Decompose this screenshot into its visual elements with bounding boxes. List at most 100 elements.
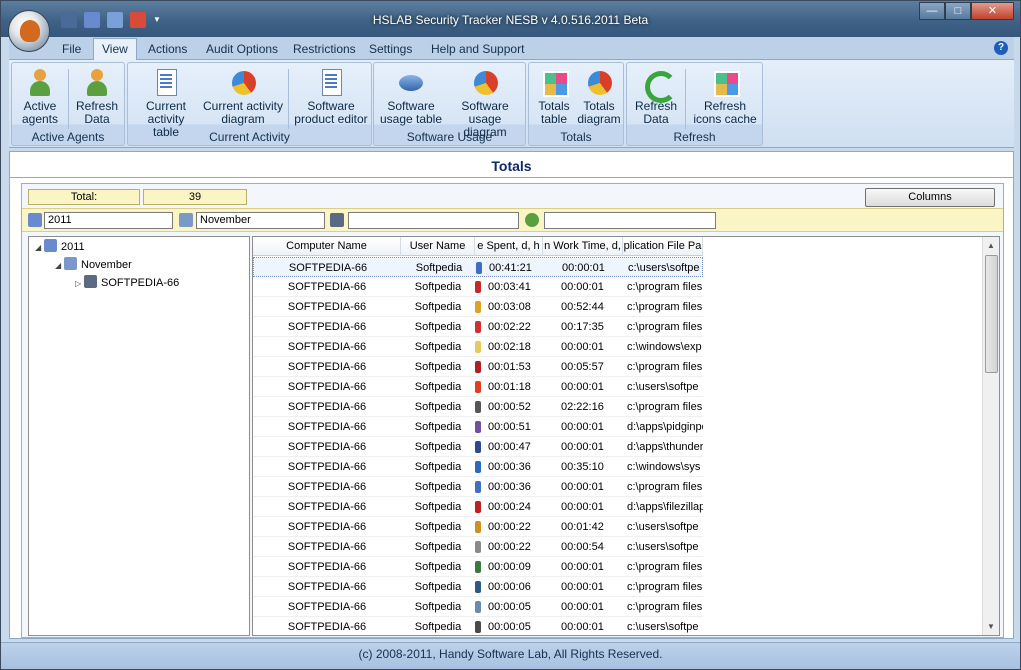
collapse-icon[interactable]: ◢: [35, 240, 44, 256]
table-row[interactable]: SOFTPEDIA-66 Softpedia 00:01:18 00:00:01 c:\…: [253, 377, 703, 397]
scrollbar-thumb[interactable]: [985, 255, 998, 373]
refresh-data-icon: [641, 67, 677, 103]
year-icon: [44, 239, 57, 252]
close-icon[interactable]: ✕: [971, 2, 1014, 20]
year-filter-field[interactable]: 2011: [44, 212, 173, 229]
year-filter-icon: [28, 213, 42, 227]
column-header-application-path[interactable]: plication File Pa: [623, 237, 703, 256]
cell-work-time: 00:01:42: [561, 521, 604, 533]
ribbon-separator: [68, 69, 69, 129]
tab-help-and-support[interactable]: Help and Support: [423, 40, 532, 60]
app-icon: [475, 601, 481, 613]
app-icon: [475, 581, 481, 593]
table-row[interactable]: SOFTPEDIA-66 Softpedia 00:00:36 00:00:01 c:\…: [253, 477, 703, 497]
product-editor-icon: [316, 67, 346, 97]
column-header-computer-name[interactable]: Computer Name: [253, 237, 401, 256]
user-filter-field[interactable]: [544, 212, 716, 229]
table-row[interactable]: SOFTPEDIA-66 Softpedia 00:00:52 02:22:16 c:\…: [253, 397, 703, 417]
totals-table-button[interactable]: Totals table: [532, 65, 576, 129]
usage-diagram-icon: [470, 67, 500, 97]
table-row[interactable]: SOFTPEDIA-66 Softpedia 00:02:22 00:17:35 c:\…: [253, 317, 703, 337]
table-row[interactable]: SOFTPEDIA-66 Softpedia 00:00:24 00:00:01 d:\…: [253, 497, 703, 517]
scroll-down-icon[interactable]: ▼: [983, 618, 999, 635]
table-row[interactable]: SOFTPEDIA-66 Softpedia 00:00:09 00:00:01 c:\…: [253, 557, 703, 577]
computer-icon: [84, 275, 97, 288]
tree-node-month[interactable]: ◢ November: [55, 257, 132, 273]
table-row[interactable]: SOFTPEDIA-66 Softpedia 00:02:18 00:00:01 c:\…: [253, 337, 703, 357]
cell-application-path: c:\users\softpe: [627, 541, 699, 553]
tab-restrictions[interactable]: Restrictions: [285, 40, 364, 60]
tab-settings[interactable]: Settings: [361, 40, 420, 60]
cell-user-name: Softpedia: [414, 601, 462, 613]
cell-work-time: 02:22:16: [561, 401, 604, 413]
cell-application-path: c:\windows\sys: [627, 461, 701, 473]
ribbon-separator: [685, 69, 686, 129]
software-usage-diagram-button[interactable]: Software usage diagram: [446, 65, 524, 139]
group-totals: Totals table Totals diagram Totals: [528, 62, 624, 146]
computer-filter-field[interactable]: [348, 212, 519, 229]
cell-user-name: Softpedia: [414, 281, 462, 293]
group-active-agents: Active agents Refresh Data Active Agents: [11, 62, 125, 146]
cell-user-name: Softpedia: [414, 321, 462, 333]
maximize-icon[interactable]: □: [945, 2, 971, 20]
column-header-work-time[interactable]: n Work Time, d,: [543, 237, 623, 256]
table-row[interactable]: SOFTPEDIA-66 Softpedia 00:03:41 00:00:01 c:\…: [253, 277, 703, 297]
table-row[interactable]: SOFTPEDIA-66 Softpedia 00:01:53 00:05:57 c:\…: [253, 357, 703, 377]
help-icon[interactable]: ?: [994, 41, 1008, 55]
table-scrollbar[interactable]: ▲ ▼: [982, 237, 999, 635]
columns-button[interactable]: Columns: [865, 188, 995, 207]
group-label: Refresh: [673, 130, 716, 144]
refresh-agents-button[interactable]: Refresh Data: [72, 65, 122, 129]
table-row[interactable]: SOFTPEDIA-66 Softpedia 00:00:51 00:00:01 d:\…: [253, 417, 703, 437]
cell-work-time: 00:00:01: [561, 581, 604, 593]
scroll-up-icon[interactable]: ▲: [983, 237, 999, 254]
current-activity-table-button[interactable]: Current activity table: [133, 65, 199, 139]
totals-summary-bar: Total: 39 Columns: [22, 184, 1003, 208]
icons-cache-icon: [710, 67, 740, 97]
totals-diagram-icon: [584, 67, 614, 97]
table-row[interactable]: SOFTPEDIA-66 Softpedia 00:00:05 00:00:01 c:\…: [253, 617, 703, 635]
column-header-time-spent[interactable]: e Spent, d, h: [475, 237, 543, 256]
software-product-editor-button[interactable]: Software product editor: [293, 65, 369, 129]
software-usage-table-button[interactable]: Software usage table: [378, 65, 444, 129]
table-row[interactable]: SOFTPEDIA-66 Softpedia 00:41:21 00:00:01 c:\…: [253, 257, 703, 277]
app-menu-button[interactable]: [8, 10, 50, 52]
table-row[interactable]: SOFTPEDIA-66 Softpedia 00:00:47 00:00:01 d:\…: [253, 437, 703, 457]
table-row[interactable]: SOFTPEDIA-66 Softpedia 00:00:22 00:00:54 c:\…: [253, 537, 703, 557]
tab-file[interactable]: File: [54, 40, 89, 60]
table-row[interactable]: SOFTPEDIA-66 Softpedia 00:00:05 00:00:01 c:\…: [253, 597, 703, 617]
totals-table-icon: [539, 67, 569, 97]
tab-actions[interactable]: Actions: [140, 40, 195, 60]
cell-computer-name: SOFTPEDIA-66: [288, 262, 368, 274]
status-bar: (c) 2008-2011, Handy Software Lab, All R…: [1, 642, 1020, 669]
tab-view[interactable]: View: [93, 38, 137, 61]
expand-icon[interactable]: ▷: [75, 276, 84, 292]
cell-computer-name: SOFTPEDIA-66: [287, 281, 367, 293]
tab-audit-options[interactable]: Audit Options: [198, 40, 286, 60]
totals-diagram-button[interactable]: Totals diagram: [577, 65, 621, 129]
totals-view: Totals Total: 39 Columns 2011 November ◢…: [9, 151, 1014, 639]
cell-computer-name: SOFTPEDIA-66: [287, 421, 367, 433]
tree-node-computer[interactable]: ▷ SOFTPEDIA-66: [75, 275, 179, 291]
app-icon: [475, 501, 481, 513]
table-row[interactable]: SOFTPEDIA-66 Softpedia 00:00:06 00:00:01 c:\…: [253, 577, 703, 597]
cell-application-path: c:\users\softpe: [627, 381, 699, 393]
refresh-icons-cache-button[interactable]: Refresh icons cache: [689, 65, 761, 129]
current-activity-diagram-button[interactable]: Current activity diagram: [201, 65, 285, 129]
table-row[interactable]: SOFTPEDIA-66 Softpedia 00:00:22 00:01:42 c:\…: [253, 517, 703, 537]
tree-node-year[interactable]: ◢ 2011: [35, 239, 85, 255]
table-row[interactable]: SOFTPEDIA-66 Softpedia 00:03:08 00:52:44 c:\…: [253, 297, 703, 317]
refresh-data-button[interactable]: Refresh Data: [631, 65, 681, 129]
cell-application-path: c:\windows\exp: [627, 341, 702, 353]
cell-time-spent: 00:00:36: [488, 461, 531, 473]
month-filter-field[interactable]: November: [196, 212, 325, 229]
group-refresh: Refresh Data Refresh icons cache Refresh: [626, 62, 763, 146]
ribbon: Active agents Refresh Data Active Agents…: [9, 60, 1014, 148]
active-agents-button[interactable]: Active agents: [15, 65, 65, 129]
table-row[interactable]: SOFTPEDIA-66 Softpedia 00:00:36 00:35:10 c:\…: [253, 457, 703, 477]
cell-work-time: 00:05:57: [561, 361, 604, 373]
minimize-icon[interactable]: —: [919, 2, 945, 20]
collapse-icon[interactable]: ◢: [55, 258, 64, 274]
total-count: 39: [143, 189, 247, 205]
column-header-user-name[interactable]: User Name: [401, 237, 475, 256]
